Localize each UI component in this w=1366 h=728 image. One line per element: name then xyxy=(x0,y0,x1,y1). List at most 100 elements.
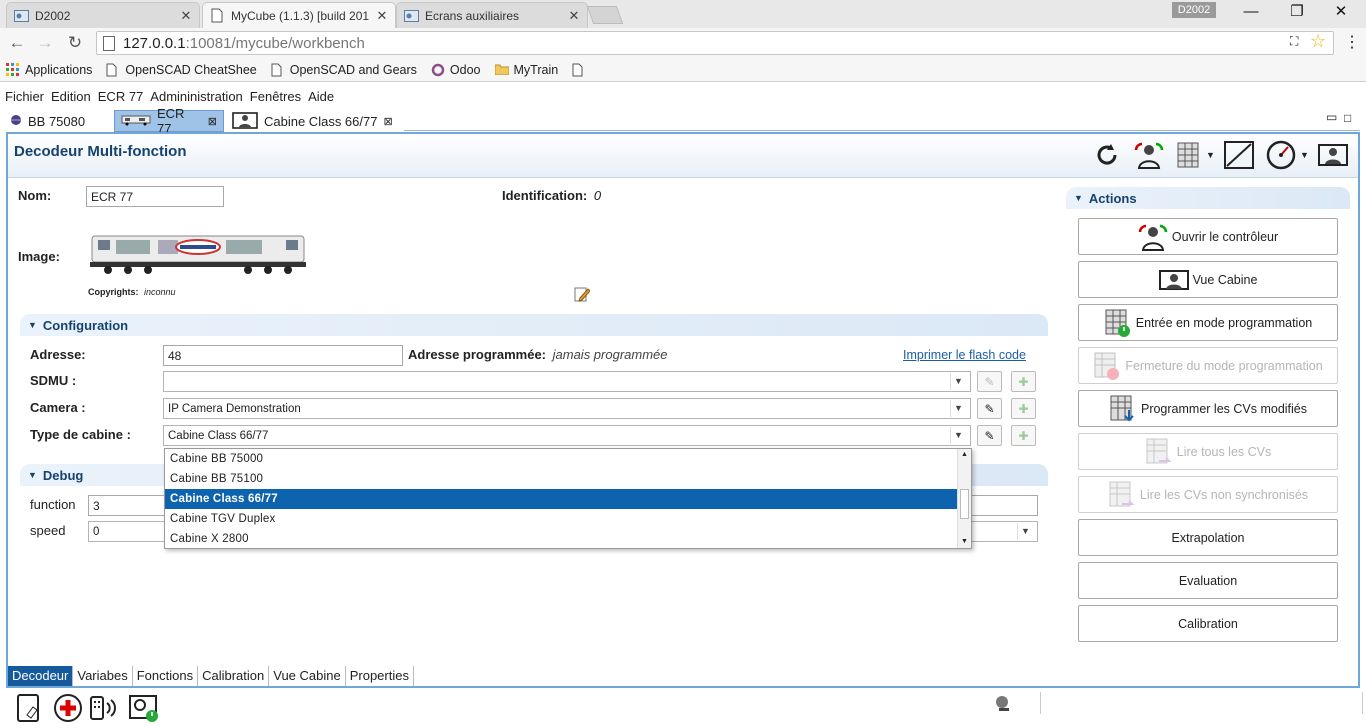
browser-tab[interactable]: Ecrans auxiliaires ✕ xyxy=(396,2,588,28)
programming-icon[interactable] xyxy=(1172,138,1206,172)
close-icon[interactable]: ⊠ xyxy=(383,115,392,128)
read-all-cvs-button[interactable]: Lire tous les CVs xyxy=(1078,433,1338,470)
edit-camera-button[interactable]: ✎ xyxy=(977,398,1002,419)
menu-administration[interactable]: Admininistration xyxy=(150,89,243,104)
bookmark-item[interactable]: MyTrain xyxy=(494,63,558,77)
dropdown-option[interactable]: Cabine BB 75000 xyxy=(165,449,971,469)
dropdown-option-selected[interactable]: Cabine Class 66/77 xyxy=(165,489,971,509)
extrapolation-button[interactable]: Extrapolation xyxy=(1078,519,1338,556)
address-bar[interactable]: 127.0.0.1:10081/mycube/workbench xyxy=(96,31,1334,55)
forward-icon[interactable]: → xyxy=(34,32,56,54)
collapse-icon[interactable]: ▼ xyxy=(28,320,37,330)
edit-sdmu-button[interactable]: ✎ xyxy=(977,371,1002,392)
collapse-icon[interactable]: ▼ xyxy=(28,470,37,480)
collapse-icon[interactable]: ▼ xyxy=(1074,193,1083,203)
minimize-view-icon[interactable]: ▭ xyxy=(1326,110,1337,124)
cabin-icon[interactable] xyxy=(1316,138,1350,172)
translate-icon[interactable]: ⛶ xyxy=(1290,34,1298,49)
menu-fichier[interactable]: Fichier xyxy=(5,89,44,104)
configuration-section[interactable]: ▼ Configuration xyxy=(20,314,1048,336)
menu-edition[interactable]: Edition xyxy=(51,89,91,104)
add-cabine-button[interactable]: ✚ xyxy=(1011,425,1036,446)
dropdown-scrollbar[interactable]: ▲ ▼ xyxy=(957,449,971,548)
power-station-icon[interactable] xyxy=(128,692,160,724)
minimize-icon[interactable]: — xyxy=(1228,0,1274,24)
chevron-down-icon[interactable]: ▼ xyxy=(1300,150,1309,160)
app-menu-bar: Fichier Edition ECR 77 Admininistration … xyxy=(0,86,341,106)
chevron-down-icon[interactable]: ▼ xyxy=(950,400,966,417)
open-controller-button[interactable]: Ouvrir le contrôleur xyxy=(1078,218,1338,255)
calibration-button[interactable]: Calibration xyxy=(1078,605,1338,642)
menu-aide[interactable]: Aide xyxy=(308,89,334,104)
nom-input[interactable]: ECR 77 xyxy=(86,186,224,207)
network-icon[interactable] xyxy=(994,694,1014,715)
bookmark-item[interactable]: OpenSCAD CheatShee xyxy=(106,63,257,77)
close-icon[interactable]: ⊠ xyxy=(208,115,217,128)
cabine-select[interactable]: Cabine Class 66/77 ▼ xyxy=(163,425,971,446)
bookmark-item[interactable] xyxy=(572,63,591,77)
program-cvs-button[interactable]: Programmer les CVs modifiés xyxy=(1078,390,1338,427)
scroll-up-icon[interactable]: ▲ xyxy=(958,449,971,461)
restore-icon[interactable]: ❐ xyxy=(1274,0,1320,24)
actions-section[interactable]: ▼ Actions xyxy=(1066,187,1350,209)
editor-tab-cabine[interactable]: Cabine Class 66/77 ⊠ xyxy=(226,110,399,132)
close-programming-button[interactable]: Fermeture du mode programmation xyxy=(1078,347,1338,384)
extrapolation-icon[interactable] xyxy=(1222,138,1256,172)
bookmark-item[interactable]: OpenSCAD and Gears xyxy=(271,63,417,77)
dropdown-option[interactable]: Cabine X 2800 xyxy=(165,529,971,549)
controller-icon[interactable] xyxy=(1132,138,1166,172)
print-flash-code-link[interactable]: Imprimer le flash code xyxy=(903,348,1026,362)
browser-tab-active[interactable]: MyCube (1.1.3) [build 201 ✕ xyxy=(202,2,396,28)
refresh-icon[interactable] xyxy=(1090,138,1124,172)
status-divider xyxy=(1362,692,1363,714)
chevron-down-icon[interactable]: ▼ xyxy=(1017,523,1033,540)
tab-vue-cabine[interactable]: Vue Cabine xyxy=(269,666,346,686)
tab-variabes[interactable]: Variabes xyxy=(73,666,133,686)
speedometer-icon[interactable] xyxy=(1264,138,1298,172)
enter-programming-button[interactable]: Entrée en mode programmation xyxy=(1078,304,1338,341)
close-icon[interactable]: ✕ xyxy=(179,8,193,24)
add-camera-button[interactable]: ✚ xyxy=(1011,398,1036,419)
reload-icon[interactable]: ↻ xyxy=(64,32,86,54)
menu-icon[interactable]: ⋮ xyxy=(1344,32,1360,52)
scroll-down-icon[interactable]: ▼ xyxy=(958,536,971,548)
read-unsync-cvs-button[interactable]: Lire les CVs non synchronisés xyxy=(1078,476,1338,513)
edit-cabine-button[interactable]: ✎ xyxy=(977,425,1002,446)
browser-tab[interactable]: D2002 ✕ xyxy=(6,2,200,28)
dropdown-option[interactable]: Cabine TGV Duplex xyxy=(165,509,971,529)
menu-ecr77[interactable]: ECR 77 xyxy=(98,89,144,104)
evaluation-button[interactable]: Evaluation xyxy=(1078,562,1338,599)
vue-cabine-button[interactable]: Vue Cabine xyxy=(1078,261,1338,298)
bookmark-item[interactable]: Odoo xyxy=(431,63,481,77)
wireless-device-icon[interactable] xyxy=(88,692,120,724)
back-icon[interactable]: ← xyxy=(6,32,28,54)
sdmu-select[interactable]: ▼ xyxy=(163,371,971,392)
edit-image-icon[interactable] xyxy=(574,286,591,305)
new-tab-button[interactable] xyxy=(586,6,624,24)
tab-decodeur[interactable]: Decodeur xyxy=(8,666,74,686)
emergency-icon[interactable] xyxy=(52,692,84,724)
close-icon[interactable]: ✕ xyxy=(375,8,389,24)
maximize-view-icon[interactable]: □ xyxy=(1344,111,1351,125)
chevron-down-icon[interactable]: ▼ xyxy=(950,427,966,444)
tab-properties[interactable]: Properties xyxy=(346,666,414,686)
menu-fenetres[interactable]: Fenêtres xyxy=(250,89,301,104)
bookmark-apps[interactable]: Applications xyxy=(6,62,92,77)
close-icon[interactable]: ✕ xyxy=(567,8,581,24)
editor-tab-bb75080[interactable]: BB 75080 xyxy=(4,110,91,132)
tab-fonctions[interactable]: Fonctions xyxy=(133,666,199,686)
camera-select[interactable]: IP Camera Demonstration ▼ xyxy=(163,398,971,419)
chevron-down-icon[interactable]: ▼ xyxy=(950,373,966,390)
touch-icon[interactable] xyxy=(14,692,46,724)
tab-calibration[interactable]: Calibration xyxy=(198,666,270,686)
editor-tab-ecr77[interactable]: ECR 77 ⊠ xyxy=(114,106,224,136)
globe-icon xyxy=(10,114,22,129)
chevron-down-icon[interactable]: ▼ xyxy=(1206,150,1215,160)
locomotive-image[interactable] xyxy=(88,228,308,281)
star-icon[interactable]: ☆ xyxy=(1310,31,1326,52)
dropdown-option[interactable]: Cabine BB 75100 xyxy=(165,469,971,489)
add-sdmu-button[interactable]: ✚ xyxy=(1011,371,1036,392)
close-window-icon[interactable]: ✕ xyxy=(1318,0,1364,24)
adresse-input[interactable]: 48 xyxy=(163,345,403,366)
scroll-thumb[interactable] xyxy=(960,489,969,519)
